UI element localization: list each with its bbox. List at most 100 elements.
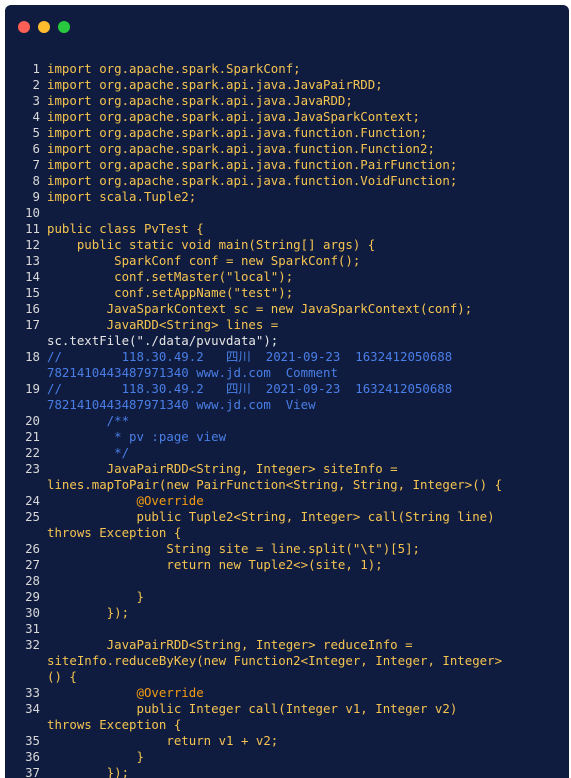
code-text: JavaSparkContext sc = new JavaSparkConte…: [47, 301, 473, 316]
code-line-13: 13 SparkConf conf = new SparkConf();: [5, 253, 569, 269]
line-number: 9: [32, 189, 40, 204]
code-line-6: 6 import org.apache.spark.api.java.funct…: [5, 141, 569, 157]
line-number: 6: [32, 141, 40, 156]
code-text: import org.apache.spark.api.java.JavaSpa…: [47, 109, 420, 124]
line-number: 30: [25, 605, 40, 620]
code-text: return new Tuple2<>(site, 1);: [47, 557, 383, 572]
line-number: 34: [25, 701, 40, 716]
code-text: throws Exception {: [47, 525, 182, 540]
code-text: import scala.Tuple2;: [47, 189, 197, 204]
line-number: 17: [25, 317, 40, 332]
line-number: 3: [32, 93, 40, 108]
code-comment: // 118.30.49.2 四川 2021-09-23 16324120506…: [47, 349, 453, 364]
code-text: import org.apache.spark.api.java.JavaRDD…: [47, 93, 353, 108]
code-text: throws Exception {: [47, 717, 182, 732]
code-comment: /**: [47, 413, 130, 428]
code-line-15: 15 conf.setAppName("test");: [5, 285, 569, 301]
code-text: }: [47, 749, 144, 764]
line-number: 13: [25, 253, 40, 268]
code-line-9: 9 import scala.Tuple2;: [5, 189, 569, 205]
code-line-23: 23 JavaPairRDD<String, Integer> siteInfo…: [5, 461, 569, 477]
line-number: 20: [25, 413, 40, 428]
code-text: lines.mapToPair(new PairFunction<String,…: [47, 477, 503, 492]
code-comment: */: [47, 445, 130, 460]
line-number: 12: [25, 237, 40, 252]
line-number: 29: [25, 589, 40, 604]
code-line-20: 20 /**: [5, 413, 569, 429]
code-text: public static void main(String[] args) {: [47, 237, 376, 252]
code-window: 1 import org.apache.spark.SparkConf; 2 i…: [5, 5, 569, 778]
maximize-button[interactable]: [58, 21, 70, 33]
code-text: String site = line.split("\t")[5];: [47, 541, 420, 556]
minimize-button[interactable]: [38, 21, 50, 33]
code-text: import org.apache.spark.api.java.functio…: [47, 141, 435, 156]
code-line-29: 29 }: [5, 589, 569, 605]
code-line-34: 34 public Integer call(Integer v1, Integ…: [5, 701, 569, 717]
line-number: 1: [32, 61, 40, 76]
code-text: JavaPairRDD<String, Integer> reduceInfo …: [47, 637, 413, 652]
code-text: public Tuple2<String, Integer> call(Stri…: [47, 509, 495, 524]
code-line-4: 4 import org.apache.spark.api.java.JavaS…: [5, 109, 569, 125]
code-line-25: 25 public Tuple2<String, Integer> call(S…: [5, 509, 569, 525]
line-number: 2: [32, 77, 40, 92]
code-text: JavaRDD<String> lines =: [47, 317, 279, 332]
code-text: SparkConf conf = new SparkConf();: [47, 253, 361, 268]
code-annotation: @Override: [47, 685, 204, 700]
code-line-35: 35 return v1 + v2;: [5, 733, 569, 749]
code-line-21: 21 * pv :page view: [5, 429, 569, 445]
code-text: public Integer call(Integer v1, Integer …: [47, 701, 458, 716]
code-text: import org.apache.spark.SparkConf;: [47, 61, 301, 76]
code-line-30: 30 });: [5, 605, 569, 621]
code-text: siteInfo.reduceByKey(new Function2<Integ…: [47, 653, 503, 668]
line-number: 32: [25, 637, 40, 652]
line-number: 25: [25, 509, 40, 524]
line-number: 27: [25, 557, 40, 572]
line-number: 11: [25, 221, 40, 236]
code-text: sc.textFile("./data/pvuvdata");: [47, 333, 279, 348]
code-text: conf.setMaster("local");: [47, 269, 294, 284]
line-number: 10: [25, 205, 40, 220]
line-number: 31: [25, 621, 40, 636]
code-line-7: 7 import org.apache.spark.api.java.funct…: [5, 157, 569, 173]
code-text: return v1 + v2;: [47, 733, 279, 748]
code-line-36: 36 }: [5, 749, 569, 765]
window-titlebar: [5, 5, 569, 45]
line-number: 36: [25, 749, 40, 764]
code-line-31: 31: [5, 621, 569, 637]
line-number: 37: [25, 765, 40, 778]
code-line-16: 16 JavaSparkContext sc = new JavaSparkCo…: [5, 301, 569, 317]
code-line-10: 10: [5, 205, 569, 221]
line-number: 35: [25, 733, 40, 748]
code-line-18-wrap: 7821410443487971340 www.jd.com Comment: [5, 365, 569, 381]
code-line-5: 5 import org.apache.spark.api.java.funct…: [5, 125, 569, 141]
line-number: 15: [25, 285, 40, 300]
code-text: import org.apache.spark.api.java.functio…: [47, 157, 458, 172]
line-number: 14: [25, 269, 40, 284]
line-number: 16: [25, 301, 40, 316]
line-number: 18: [25, 349, 40, 364]
line-number: 22: [25, 445, 40, 460]
code-comment: * pv :page view: [47, 429, 227, 444]
code-line-19: 19 // 118.30.49.2 四川 2021-09-23 16324120…: [5, 381, 569, 397]
line-number: 5: [32, 125, 40, 140]
code-line-33: 33 @Override: [5, 685, 569, 701]
code-comment: 7821410443487971340 www.jd.com Comment: [47, 365, 338, 380]
code-line-37: 37 });: [5, 765, 569, 778]
code-editor[interactable]: 1 import org.apache.spark.SparkConf; 2 i…: [5, 61, 569, 778]
code-text: JavaPairRDD<String, Integer> siteInfo =: [47, 461, 398, 476]
code-line-14: 14 conf.setMaster("local");: [5, 269, 569, 285]
code-line-32: 32 JavaPairRDD<String, Integer> reduceIn…: [5, 637, 569, 653]
code-line-12: 12 public static void main(String[] args…: [5, 237, 569, 253]
code-text: conf.setAppName("test");: [47, 285, 294, 300]
code-line-23-wrap: lines.mapToPair(new PairFunction<String,…: [5, 477, 569, 493]
code-line-26: 26 String site = line.split("\t")[5];: [5, 541, 569, 557]
code-line-19-wrap: 7821410443487971340 www.jd.com View: [5, 397, 569, 413]
line-number: 26: [25, 541, 40, 556]
line-number: 21: [25, 429, 40, 444]
code-line-3: 3 import org.apache.spark.api.java.JavaR…: [5, 93, 569, 109]
line-number: 24: [25, 493, 40, 508]
code-line-34-wrap: throws Exception {: [5, 717, 569, 733]
code-line-8: 8 import org.apache.spark.api.java.funct…: [5, 173, 569, 189]
close-button[interactable]: [18, 21, 30, 33]
code-text: public class PvTest {: [47, 221, 204, 236]
